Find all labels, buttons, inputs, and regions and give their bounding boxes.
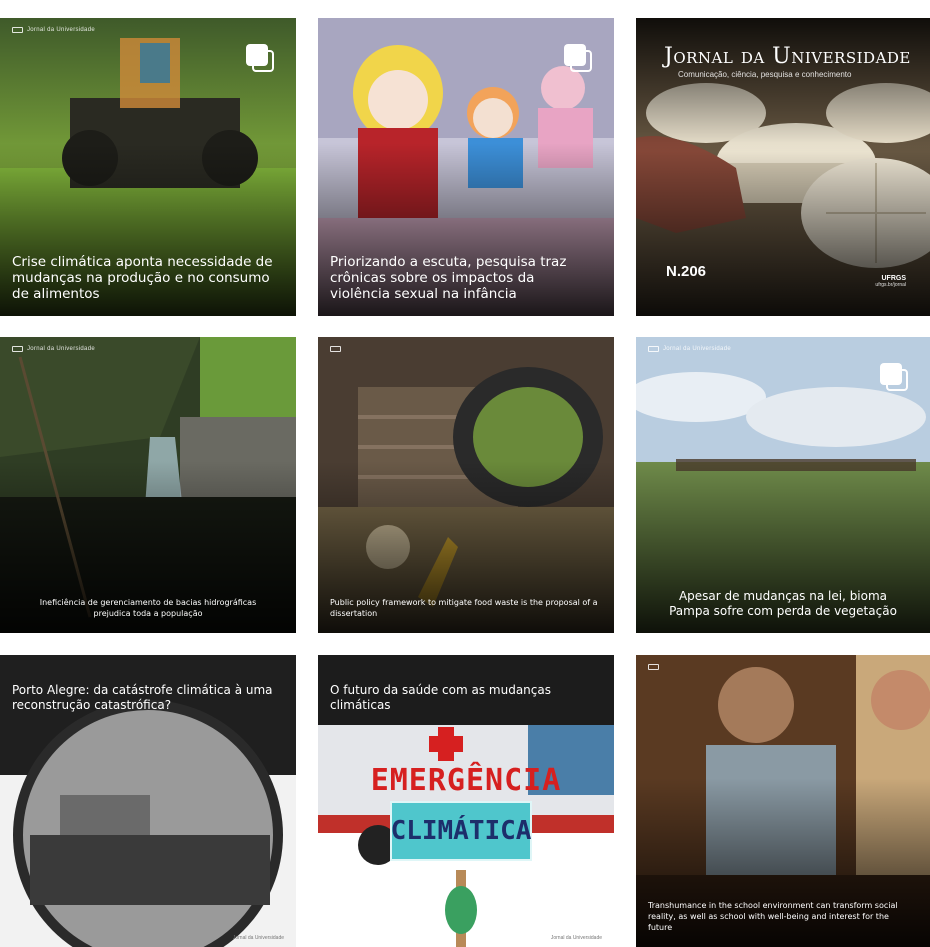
post-tile-pampa[interactable]: Jornal da Universidade Apesar de mudança… [636, 337, 930, 633]
post-tile-transhumance[interactable]: Transhumance in the school environment c… [636, 655, 930, 947]
issue-number: N.206 [666, 263, 707, 280]
post-headline: Crise climática aponta necessidade de mu… [12, 254, 273, 302]
post-headline: Porto Alegre: da catástrofe climática à … [12, 683, 273, 712]
multiple-images-icon [564, 44, 592, 72]
post-tile-food-waste[interactable]: Public policy framework to mitigate food… [318, 337, 614, 633]
brand-logo-icon [648, 664, 659, 670]
post-tile-climate-food[interactable]: Jornal da Universidade Crise climática a… [0, 18, 296, 316]
footer-brand: Jornal da Universidade [232, 935, 284, 941]
post-tile-porto-alegre[interactable]: Porto Alegre: da catástrofe climática à … [0, 655, 296, 947]
brand-label: Jornal da Universidade [12, 346, 95, 352]
post-headline: O futuro da saúde com as mudanças climát… [330, 683, 551, 712]
emergency-banner: EMERGÊNCIA [370, 763, 562, 798]
university-logo: UFRGS ufrgs.br/jornal [875, 275, 906, 288]
brand-label [330, 346, 341, 352]
post-tile-waterfall[interactable]: Jornal da Universidade Ineficiência de g… [0, 337, 296, 633]
brand-label: Jornal da Universidade [648, 346, 731, 352]
journal-subtitle: Comunicação, ciência, pesquisa e conheci… [678, 70, 852, 79]
brand-logo-icon [12, 346, 23, 352]
brand-label [648, 664, 659, 670]
post-headline: Transhumance in the school environment c… [648, 901, 898, 932]
post-headline: Public policy framework to mitigate food… [330, 598, 598, 618]
multiple-images-icon [880, 363, 908, 391]
post-headline: Ineficiência de gerenciamento de bacias … [39, 598, 257, 618]
protest-sign: CLIMÁTICA [390, 801, 532, 861]
post-tile-dolls[interactable]: Priorizando a escuta, pesquisa traz crôn… [318, 18, 614, 316]
post-tile-climate-health[interactable]: O futuro da saúde com as mudanças climát… [318, 655, 614, 947]
post-headline: Priorizando a escuta, pesquisa traz crôn… [330, 254, 567, 302]
journal-title: Jornal da Universidade [664, 44, 911, 69]
footer-brand: Jornal da Universidade [550, 935, 602, 941]
post-headline: Apesar de mudanças na lei, bioma Pampa s… [669, 589, 897, 618]
brand-logo-icon [648, 346, 659, 352]
multiple-images-icon [246, 44, 274, 72]
post-tile-journal-cover[interactable]: Jornal da Universidade Comunicação, ciên… [636, 18, 930, 316]
brand-label: Jornal da Universidade [12, 27, 95, 33]
brand-logo-icon [12, 27, 23, 33]
brand-logo-icon [330, 346, 341, 352]
